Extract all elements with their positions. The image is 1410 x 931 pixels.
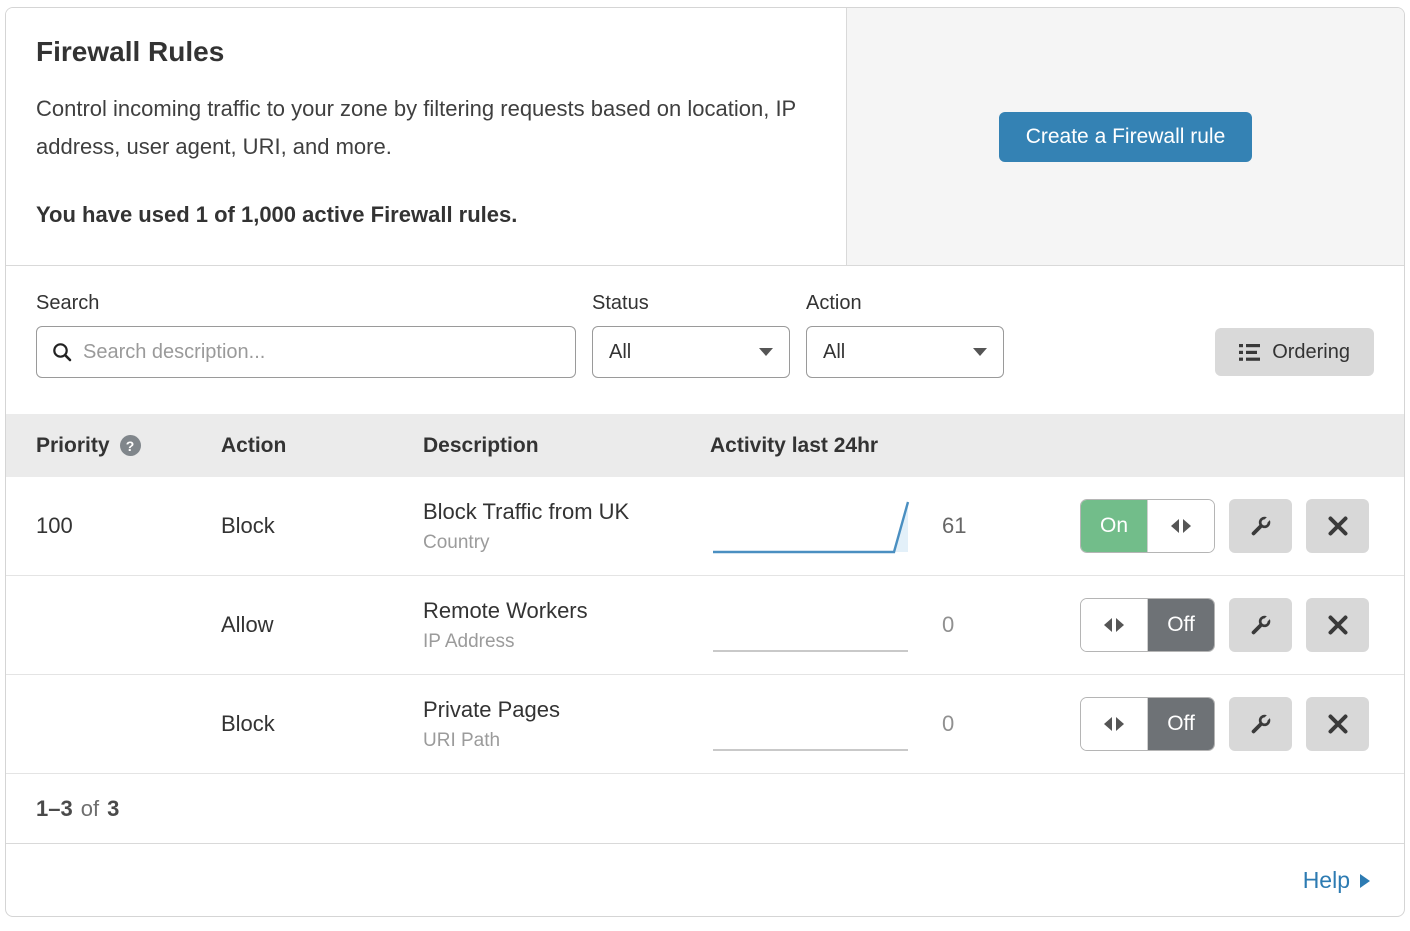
edit-rule-button[interactable] [1229, 598, 1292, 652]
rule-description: Remote Workers IP Address [423, 598, 710, 653]
drag-handle-icon [1171, 519, 1191, 533]
priority-help-icon[interactable]: ? [120, 435, 141, 456]
search-input[interactable] [83, 341, 561, 364]
action-label: Action [806, 292, 1004, 315]
pagination-total: 3 [107, 796, 119, 822]
column-header-action: Action [221, 434, 423, 458]
enable-toggle[interactable]: Off [1080, 697, 1215, 751]
action-selected-value: All [823, 341, 845, 364]
close-icon [1326, 514, 1350, 538]
search-label: Search [36, 292, 576, 315]
priority-header-label: Priority [36, 434, 110, 458]
rule-description-title: Private Pages [423, 697, 710, 723]
edit-rule-button[interactable] [1229, 697, 1292, 751]
create-firewall-rule-button[interactable]: Create a Firewall rule [999, 112, 1253, 162]
create-rule-panel: Create a Firewall rule [846, 8, 1404, 265]
footer-bar: Help [6, 844, 1404, 916]
table-header: Priority ? Action Description Activity l… [6, 414, 1404, 477]
search-box[interactable] [36, 326, 576, 378]
rule-activity: 61 [710, 495, 1080, 557]
rule-controls: Off [1080, 598, 1376, 652]
ordering-button-label: Ordering [1272, 341, 1350, 364]
rule-description-title: Block Traffic from UK [423, 499, 710, 525]
status-group: Status All [592, 292, 790, 378]
rule-action: Allow [221, 612, 423, 638]
wrench-icon [1247, 711, 1274, 738]
drag-handle-icon [1104, 717, 1124, 731]
enable-toggle[interactable]: Off [1080, 598, 1215, 652]
ordered-list-icon [1239, 343, 1260, 362]
column-header-description: Description [423, 434, 710, 458]
table-row: Block Private Pages URI Path 0 Off [6, 675, 1404, 774]
pagination-bar: 1–3 of 3 [6, 774, 1404, 844]
arrow-right-icon [1360, 874, 1370, 888]
rule-match-type: Country [423, 532, 710, 554]
activity-count: 0 [942, 612, 954, 638]
close-icon [1326, 712, 1350, 736]
table-body: 100 Block Block Traffic from UK Country … [6, 477, 1404, 774]
filters-bar: Search Status All Action All [6, 266, 1404, 414]
rule-action: Block [221, 711, 423, 737]
ordering-button[interactable]: Ordering [1215, 328, 1374, 376]
delete-rule-button[interactable] [1306, 598, 1369, 652]
chevron-down-icon [973, 348, 987, 356]
chevron-down-icon [759, 348, 773, 356]
page-description: Control incoming traffic to your zone by… [36, 90, 806, 166]
action-group: Action All [806, 292, 1004, 378]
rule-match-type: IP Address [423, 631, 710, 653]
table-row: Allow Remote Workers IP Address 0 Off [6, 576, 1404, 675]
rule-description-title: Remote Workers [423, 598, 710, 624]
firewall-rules-card: Firewall Rules Control incoming traffic … [5, 7, 1405, 917]
help-link-label: Help [1303, 867, 1350, 894]
rule-description: Private Pages URI Path [423, 697, 710, 752]
toggle-state-label[interactable]: Off [1148, 599, 1214, 651]
wrench-icon [1247, 612, 1274, 639]
action-select[interactable]: All [806, 326, 1004, 378]
usage-note: You have used 1 of 1,000 active Firewall… [36, 202, 816, 228]
rule-match-type: URI Path [423, 730, 710, 752]
activity-count: 0 [942, 711, 954, 737]
delete-rule-button[interactable] [1306, 499, 1369, 553]
close-icon [1326, 613, 1350, 637]
enable-toggle[interactable]: On [1080, 499, 1215, 553]
rule-controls: On [1080, 499, 1376, 553]
wrench-icon [1247, 513, 1274, 540]
toggle-state-label[interactable]: Off [1148, 698, 1214, 750]
delete-rule-button[interactable] [1306, 697, 1369, 751]
pagination-of: of [81, 796, 99, 822]
pagination-range: 1–3 [36, 796, 73, 822]
page-header: Firewall Rules Control incoming traffic … [6, 8, 1404, 266]
edit-rule-button[interactable] [1229, 499, 1292, 553]
activity-sparkline [710, 693, 914, 755]
activity-sparkline [710, 594, 914, 656]
rule-priority: 100 [36, 513, 221, 539]
page-header-text: Firewall Rules Control incoming traffic … [6, 8, 846, 265]
column-header-activity: Activity last 24hr [710, 434, 1080, 458]
rule-description: Block Traffic from UK Country [423, 499, 710, 554]
toggle-handle[interactable] [1147, 500, 1214, 552]
status-select[interactable]: All [592, 326, 790, 378]
status-label: Status [592, 292, 790, 315]
page-title: Firewall Rules [36, 36, 816, 68]
activity-count: 61 [942, 513, 966, 539]
toggle-handle[interactable] [1081, 698, 1148, 750]
column-header-priority: Priority ? [36, 434, 221, 458]
drag-handle-icon [1104, 618, 1124, 632]
table-row: 100 Block Block Traffic from UK Country … [6, 477, 1404, 576]
search-group: Search [36, 292, 576, 378]
rule-controls: Off [1080, 697, 1376, 751]
rule-activity: 0 [710, 693, 1080, 755]
search-icon [51, 341, 73, 363]
rule-activity: 0 [710, 594, 1080, 656]
help-link[interactable]: Help [1303, 867, 1370, 894]
toggle-handle[interactable] [1081, 599, 1148, 651]
status-selected-value: All [609, 341, 631, 364]
activity-sparkline [710, 495, 914, 557]
toggle-state-label[interactable]: On [1081, 500, 1147, 552]
rule-action: Block [221, 513, 423, 539]
